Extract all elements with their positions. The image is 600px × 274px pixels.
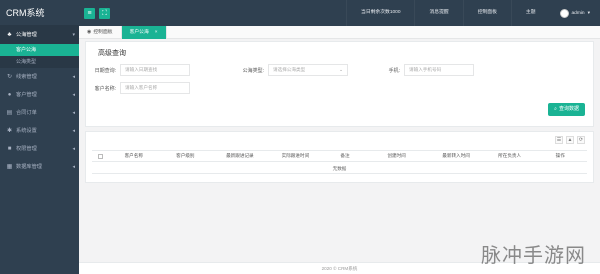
search-button-label: 查询数据 — [558, 106, 579, 112]
chevron-left-icon: ◂ — [72, 128, 75, 134]
table-panel: ☰ ▲ ⟳ 客户名称 客户级别 最新跟进记录 实际跟进时间 备注 创建时间 最新… — [85, 131, 594, 183]
sidebar-item-customers[interactable]: ● 客户管理 ◂ — [0, 86, 79, 104]
phone-label: 手机: — [388, 67, 400, 74]
col-customer-level[interactable]: 客户级别 — [159, 153, 213, 159]
chevron-down-icon: ▾ — [587, 10, 590, 16]
tabs-bar: ◉ 控制面板 客户公海 × — [79, 26, 600, 39]
user-icon: ● — [7, 92, 12, 98]
sidebar-subitem-customer-sea[interactable]: 客户公海 — [0, 44, 79, 56]
table-header: 客户名称 客户级别 最新跟进记录 实际跟进时间 备注 创建时间 最新转入时间 所… — [92, 150, 587, 162]
chevron-left-icon: ◂ — [72, 110, 75, 116]
col-remark[interactable]: 备注 — [323, 153, 367, 159]
col-transfer-time[interactable]: 最新转入时间 — [426, 153, 486, 159]
phone-field: 手机: 请输入手机号码 — [376, 64, 474, 76]
lock-icon: ■ — [7, 146, 12, 152]
sidebar-item-label: 线索管理 — [16, 74, 37, 80]
table-empty-message: 无数据 — [92, 163, 587, 174]
sea-type-select[interactable]: 请选择公海类型 ⌄ — [268, 64, 348, 76]
sidebar-item-label: 系统设置 — [16, 128, 37, 134]
sidebar-item-label: 公海管理 — [16, 32, 37, 38]
select-all-checkbox[interactable] — [98, 153, 103, 159]
customer-name-field: 客户名称: 请输入客户名称 — [92, 82, 190, 94]
sidebar-item-leads[interactable]: ↻ 线索管理 ◂ — [0, 68, 79, 86]
cart-icon: ▤ — [6, 110, 13, 116]
fullscreen-button[interactable]: ⛶ — [99, 7, 110, 19]
chevron-left-icon: ◂ — [72, 92, 75, 98]
dashboard-icon: ◉ — [87, 29, 92, 35]
col-customer-name[interactable]: 客户名称 — [109, 153, 159, 159]
submenu-public-sea: 客户公海 公海类型 — [0, 44, 79, 68]
close-icon[interactable]: × — [155, 26, 158, 39]
topbar: ≡ ⛶ 当日剩余次数1000 消息提醒 控制面板 主题 admin ▾ — [79, 0, 600, 26]
sidebar-item-public-sea[interactable]: ♣ 公海管理 ▾ — [0, 26, 79, 44]
chevron-down-icon: ⌄ — [339, 67, 343, 72]
dashboard-link[interactable]: 控制面板 — [462, 0, 511, 26]
theme-link[interactable]: 主题 — [510, 0, 550, 26]
sidebar-item-label: 权限管理 — [16, 146, 37, 152]
sidebar-item-label: 客户管理 — [16, 92, 37, 98]
menu-toggle-button[interactable]: ≡ — [84, 7, 95, 19]
search-button[interactable]: ⌕ 查询数据 — [548, 103, 585, 116]
messages-link[interactable]: 消息提醒 — [414, 0, 462, 26]
customer-name-label: 客户名称: — [94, 85, 116, 92]
sidebar-item-database[interactable]: ▦ 数据库管理 ◂ — [0, 158, 79, 176]
date-field: 日期查询: 请输入日期查找 — [92, 64, 190, 76]
tab-customer-sea[interactable]: 客户公海 × — [121, 26, 167, 39]
clue-icon: ↻ — [6, 74, 13, 80]
col-latest-followup[interactable]: 最新跟进记录 — [212, 153, 268, 159]
gear-icon: ✱ — [6, 128, 13, 134]
export-icon[interactable]: ▲ — [566, 136, 574, 144]
username: admin — [571, 10, 585, 16]
remaining-count-link[interactable]: 当日剩余次数1000 — [346, 0, 414, 26]
user-menu[interactable]: admin ▾ — [550, 8, 600, 18]
chevron-left-icon: ◂ — [72, 164, 75, 170]
database-icon: ▦ — [6, 164, 13, 170]
sidebar: CRM系统 ♣ 公海管理 ▾ 客户公海 公海类型 ↻ 线索管理 ◂ ● 客户管理… — [0, 0, 79, 274]
col-actions: 操作 — [555, 153, 565, 158]
col-owner[interactable]: 所在负责人 — [486, 153, 534, 159]
search-icon: ⌕ — [554, 106, 557, 112]
date-label: 日期查询: — [94, 67, 116, 74]
phone-input[interactable]: 请输入手机号码 — [404, 64, 474, 76]
columns-icon[interactable]: ☰ — [555, 136, 563, 144]
sidebar-item-permissions[interactable]: ■ 权限管理 ◂ — [0, 140, 79, 158]
date-input[interactable]: 请输入日期查找 — [120, 64, 190, 76]
users-icon: ♣ — [7, 32, 12, 38]
customer-name-input[interactable]: 请输入客户名称 — [120, 82, 190, 94]
sea-type-placeholder: 请选择公海类型 — [273, 67, 306, 72]
search-panel-title: 高级查询 — [98, 50, 126, 57]
sidebar-subitem-sea-type[interactable]: 公海类型 — [0, 56, 79, 68]
sidebar-item-settings[interactable]: ✱ 系统设置 ◂ — [0, 122, 79, 140]
sidebar-item-label: 合同订单 — [16, 110, 37, 116]
sidebar-item-orders[interactable]: ▤ 合同订单 ◂ — [0, 104, 79, 122]
tab-label: 客户公海 — [129, 30, 149, 35]
app-title: CRM系统 — [0, 0, 79, 26]
top-links: 当日剩余次数1000 消息提醒 控制面板 主题 admin ▾ — [346, 0, 600, 26]
refresh-icon[interactable]: ⟳ — [577, 136, 585, 144]
sea-type-field: 公海类型: 请选择公海类型 ⌄ — [240, 64, 348, 76]
col-created-time[interactable]: 创建时间 — [367, 153, 427, 159]
table-toolbar: ☰ ▲ ⟳ — [555, 136, 585, 144]
watermark: 脉冲手游网 — [481, 243, 586, 267]
tab-dashboard[interactable]: ◉ 控制面板 — [79, 26, 122, 39]
tab-label: 控制面板 — [93, 30, 113, 35]
col-followup-time[interactable]: 实际跟进时间 — [268, 153, 324, 159]
sidebar-item-label: 数据库管理 — [16, 164, 42, 170]
chevron-down-icon: ▾ — [72, 32, 75, 38]
chevron-left-icon: ◂ — [72, 146, 75, 152]
search-panel: 高级查询 日期查询: 请输入日期查找 公海类型: 请选择公海类型 ⌄ 手机: 请… — [85, 41, 594, 127]
chevron-left-icon: ◂ — [72, 74, 75, 80]
sea-type-label: 公海类型: — [242, 67, 264, 74]
avatar — [559, 8, 569, 18]
